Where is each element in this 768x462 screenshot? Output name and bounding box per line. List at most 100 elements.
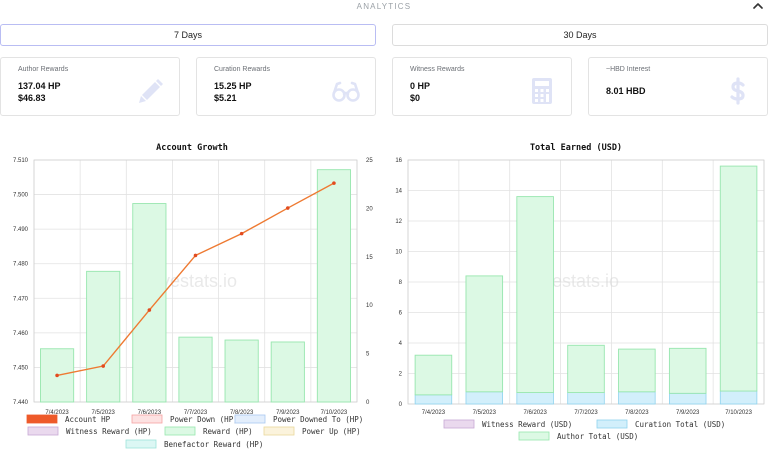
account-growth-chart: Account Growth hivestats.io 7.5107.5007.… — [13, 143, 373, 449]
y-left-tick-label: 7.450 — [13, 365, 29, 371]
legend-label: Benefactor Reward (HP) — [164, 440, 263, 449]
author-bar — [668, 347, 707, 394]
reward-bar — [270, 341, 305, 403]
y-tick-label: 2 — [399, 372, 403, 378]
card-value-usd: $0 — [410, 93, 421, 103]
curation-bar — [516, 392, 554, 405]
reward-bar — [178, 336, 213, 403]
y-left-tick-label: 7.470 — [13, 296, 29, 302]
legend-label: Curation Total (USD) — [635, 420, 725, 429]
card-value-usd: $46.83 — [18, 93, 46, 103]
x-tick-label: 7/4/2023 — [422, 410, 446, 416]
account-hp-point — [55, 373, 59, 378]
x-tick-label: 7/6/2023 — [523, 410, 547, 416]
y-right-tick-label: 15 — [366, 255, 373, 261]
account-hp-point — [239, 231, 244, 236]
chevron-up-icon[interactable] — [752, 1, 764, 11]
author-bar — [414, 354, 453, 396]
curation-bar — [414, 394, 453, 405]
y-right-tick-label: 10 — [366, 303, 373, 309]
y-tick-label: 10 — [395, 250, 402, 256]
legend-label: Reward (HP) — [203, 427, 253, 436]
author-rewards-card: Author Rewards 137.04 HP $46.83 — [0, 57, 180, 116]
legend-swatch — [263, 426, 295, 436]
legend-label: Witness Reward (HP) — [66, 427, 152, 436]
range-30-days-button[interactable]: 30 Days — [392, 24, 768, 46]
curation-bar — [719, 390, 758, 405]
x-tick-label: 7/7/2023 — [574, 410, 598, 416]
y-left-tick-label: 7.490 — [13, 227, 29, 233]
card-value-hp: 137.04 HP — [18, 81, 61, 91]
legend-swatch — [131, 414, 163, 424]
chart-title: Total Earned (USD) — [530, 143, 622, 153]
y-left-tick-label: 7.460 — [13, 331, 29, 337]
legend-swatch — [27, 426, 59, 436]
reward-bar — [86, 270, 121, 403]
reward-bar — [132, 203, 167, 403]
y-tick-label: 14 — [395, 189, 402, 195]
y-left-tick-label: 7.500 — [13, 193, 29, 199]
range-7-days-button[interactable]: 7 Days — [0, 24, 376, 46]
curation-rewards-card: Curation Rewards 15.25 HP $5.21 — [196, 57, 376, 116]
account-hp-point — [101, 364, 106, 368]
x-tick-label: 7/9/2023 — [676, 410, 700, 416]
calculator-icon — [532, 78, 552, 104]
glasses-icon — [332, 81, 360, 102]
reward-bar — [316, 169, 351, 403]
legend-swatch — [125, 439, 157, 449]
account-hp-point — [285, 206, 290, 210]
y-left-tick-label: 7.480 — [13, 262, 29, 268]
legend-label: Power Down (HP) — [170, 415, 238, 424]
legend-swatch — [234, 414, 266, 424]
card-label: Curation Rewards — [214, 66, 271, 73]
card-label: Witness Rewards — [410, 66, 465, 73]
legend-label: Author Total (USD) — [557, 432, 638, 441]
y-tick-label: 0 — [399, 402, 403, 408]
y-tick-label: 12 — [395, 219, 402, 225]
curation-bar — [618, 391, 656, 405]
witness-rewards-card: Witness Rewards 0 HP $0 — [392, 57, 572, 116]
card-value-usd: $5.21 — [214, 93, 237, 103]
x-tick-label: 7/8/2023 — [625, 410, 649, 416]
author-bar — [516, 196, 554, 394]
card-value-hbd: 8.01 HBD — [606, 86, 646, 96]
account-hp-point — [332, 181, 336, 185]
account-hp-point — [193, 253, 198, 258]
author-bar — [618, 348, 656, 393]
y-tick-label: 6 — [399, 311, 403, 317]
legend-label: Power Downed To (HP) — [273, 415, 363, 424]
author-bar — [465, 275, 504, 393]
y-tick-label: 4 — [399, 341, 403, 347]
hbd-interest-card: ~HBD Interest 8.01 HBD — [588, 57, 768, 116]
curation-bar — [567, 392, 605, 405]
y-tick-label: 8 — [399, 280, 403, 286]
card-label: Author Rewards — [18, 66, 69, 73]
x-tick-label: 7/10/2023 — [725, 410, 752, 416]
legend-swatch — [518, 431, 550, 441]
card-value-hp: 0 HP — [410, 81, 431, 91]
section-title: ANALYTICS — [356, 2, 412, 11]
y-right-tick-label: 25 — [366, 158, 373, 164]
reward-bar — [224, 339, 259, 403]
legend-swatch — [164, 426, 196, 436]
y-right-tick-label: 20 — [366, 206, 373, 212]
y-right-tick-label: 5 — [366, 352, 370, 358]
y-right-tick-label: 0 — [366, 400, 370, 406]
curation-bar — [465, 391, 503, 405]
pencil-icon — [139, 79, 163, 103]
author-bar — [567, 344, 605, 394]
x-tick-label: 7/5/2023 — [473, 410, 497, 416]
legend-label: Power Up (HP) — [302, 427, 361, 436]
chart-title: Account Growth — [156, 143, 228, 153]
card-value-hp: 15.25 HP — [214, 81, 252, 91]
author-bar — [719, 165, 758, 392]
account-hp-point — [147, 308, 152, 312]
card-label: ~HBD Interest — [606, 66, 651, 73]
analytics-header: ANALYTICS — [0, 0, 768, 14]
legend-swatch — [443, 419, 475, 429]
legend-label: Account HP — [65, 415, 111, 424]
total-earned-chart: Total Earned (USD) hivestats.io 16141210… — [395, 143, 765, 441]
legend-swatch — [596, 419, 628, 429]
y-left-tick-label: 7.440 — [13, 400, 29, 406]
dollar-icon — [730, 77, 745, 105]
